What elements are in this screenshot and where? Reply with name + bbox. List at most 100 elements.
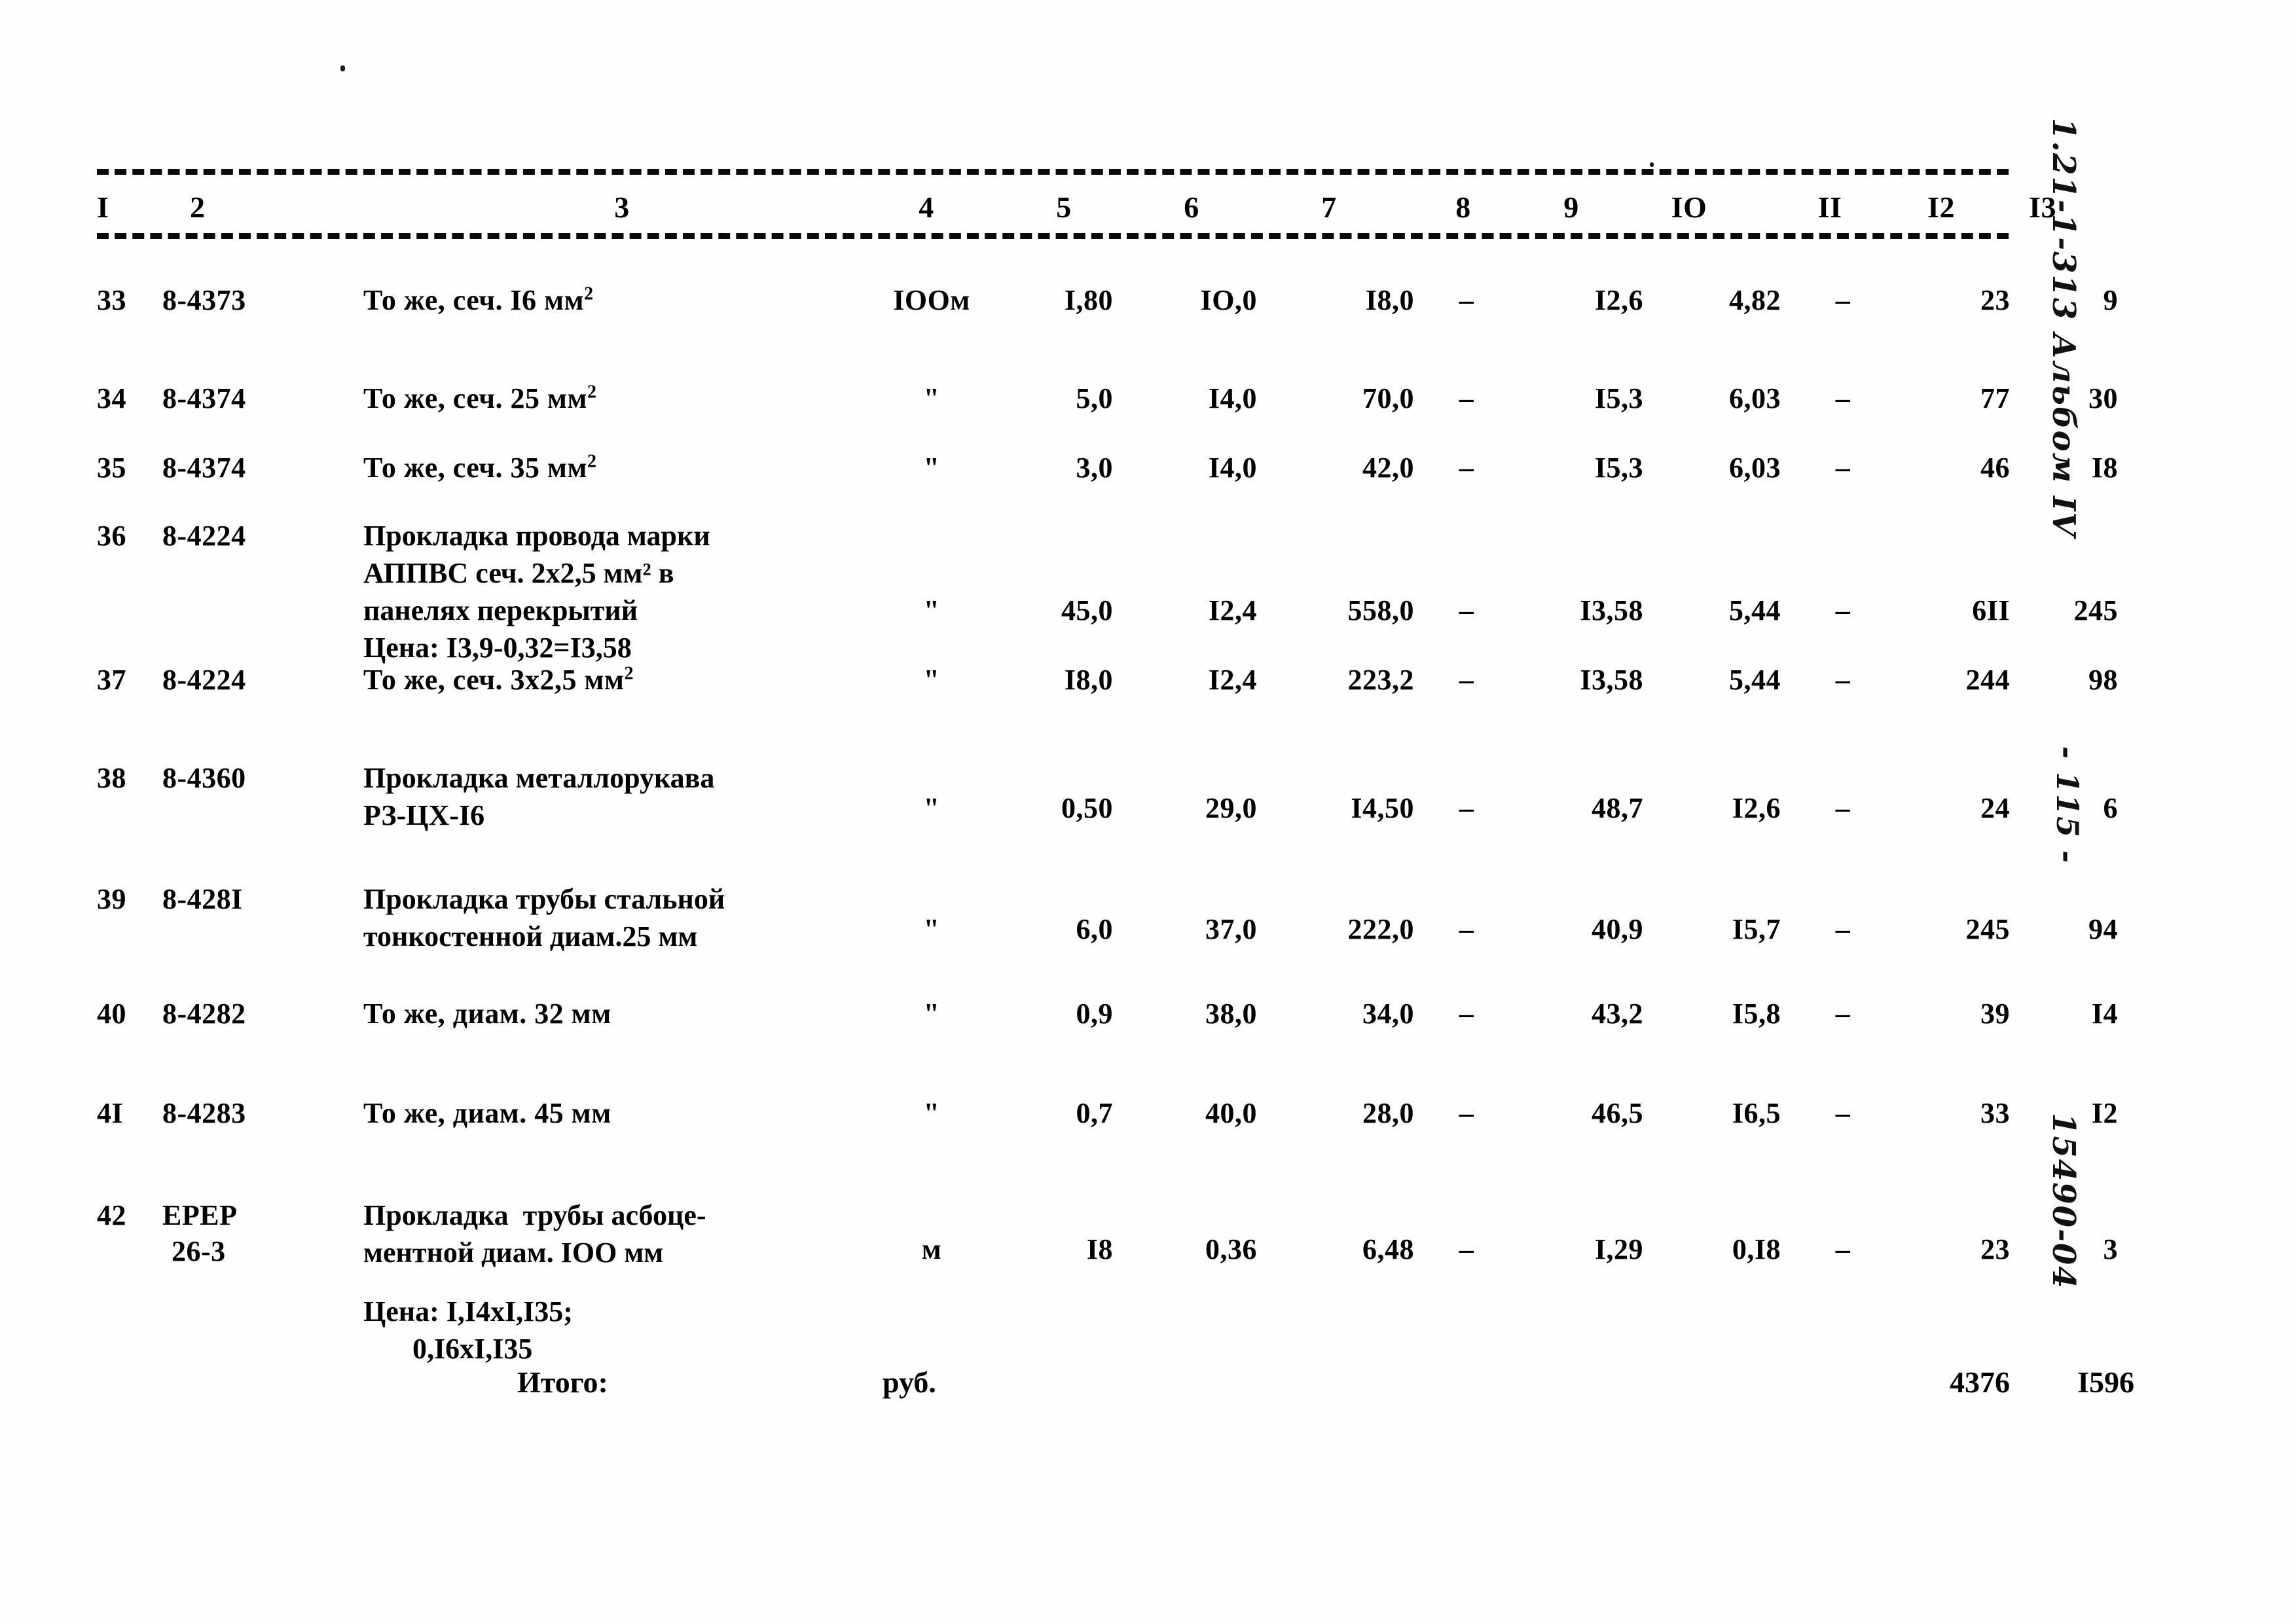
row-number: 34 [97,382,126,414]
row-col13: 245 [2073,594,2118,626]
row-col6: I4,0 [1208,452,1257,484]
row-col8: – [1459,913,1474,945]
row-col6: I2,4 [1208,594,1257,626]
row-col11: – [1835,594,1851,626]
row-col10: 4,82 [1729,284,1781,316]
row-description: То же, сеч. I6 мм2 [363,281,881,319]
row-col6: IО,0 [1200,284,1257,316]
row-col9: I5,3 [1594,452,1643,484]
row-col12: 23 [1980,284,2010,316]
superscript: 2 [584,283,594,304]
row-col13: 94 [2088,913,2118,945]
row-col8: – [1459,382,1474,414]
scan-speck [1650,162,1654,167]
row-code: 8-4282 [162,998,246,1030]
row-col10: 6,03 [1729,452,1781,484]
row-description-line: Прокладка провода марки [363,520,710,552]
column-header-1: I [97,190,109,224]
row-number: 37 [97,664,126,696]
row-code: 8-428I [162,883,243,915]
price-note-line-1: Цена: I,I4хI,I35; [363,1295,573,1327]
row-code: 8-4374 [162,452,246,484]
row-col10: I5,7 [1732,913,1781,945]
column-header-12: I2 [1927,190,1955,224]
row-description-line: панелях перекрытий [363,594,638,626]
row-col6: 40,0 [1205,1097,1257,1129]
row-col6: I2,4 [1208,664,1257,696]
row-col10: 6,03 [1729,382,1781,414]
row-number: 36 [97,520,126,552]
row-unit: " [923,792,940,824]
row-description-line: Прокладка трубы стальной [363,883,725,915]
row-col6: 29,0 [1205,792,1257,824]
row-code-second-line: 26-3 [172,1235,226,1267]
row-code: 8-4374 [162,382,246,414]
row-col5: 0,50 [1061,792,1113,824]
row-code: 8-4224 [162,520,246,552]
row-col8: – [1459,664,1474,696]
total-col12: 4376 [1950,1365,2010,1399]
row-code: 8-4360 [162,762,246,794]
row-unit: IООм [893,284,970,316]
row-description-line: ментной диам. IОО мм [363,1236,664,1269]
row-description: То же, диам. 32 мм [363,998,611,1030]
column-header-5: 5 [1056,190,1072,224]
row-col5: I8 [1086,1233,1113,1265]
row-unit: " [923,382,940,414]
column-header-4: 4 [919,190,934,224]
row-number: 38 [97,762,126,794]
row-col6: 0,36 [1205,1233,1257,1265]
row-number: 35 [97,452,126,484]
row-description-line: Прокладка трубы асбоце- [363,1199,706,1231]
row-col7: 34,0 [1362,998,1414,1030]
row-col10: I2,6 [1732,792,1781,824]
row-col5: 6,0 [1076,913,1113,945]
row-description: То же, сеч. 35 мм2 [363,449,881,487]
row-col5: 0,7 [1076,1097,1113,1129]
column-header-6: 6 [1184,190,1199,224]
price-note-block: Цена: I,I4хI,I35; 0,I6хI,I35 [363,1293,900,1367]
column-header-2: 2 [190,190,206,224]
row-col12: 23 [1980,1233,2010,1265]
row-description: Прокладка трубы асбоце- ментной диам. IО… [363,1197,900,1271]
row-unit: " [923,1097,940,1129]
total-label: Итого: [517,1365,608,1399]
row-col9: I3,58 [1580,664,1643,696]
row-col6: I4,0 [1208,382,1257,414]
table-top-rule [97,169,2009,175]
row-code: 8-4224 [162,664,246,696]
row-col9: I2,6 [1594,284,1643,316]
row-col13: 98 [2088,664,2118,696]
row-col12: 46 [1980,452,2010,484]
row-col5: 3,0 [1076,452,1113,484]
row-number: 40 [97,998,126,1030]
total-col13: I596 [2077,1365,2134,1399]
row-col9: I,29 [1594,1233,1643,1265]
row-description: Прокладка провода марки АППВС сеч. 2х2,5… [363,517,900,666]
row-description-text: То же, сеч. 3х2,5 мм [363,664,625,696]
row-col7: 28,0 [1362,1097,1414,1129]
row-col10: I5,8 [1732,998,1781,1030]
scan-speck [340,65,345,71]
row-col10: I6,5 [1732,1097,1781,1129]
row-col11: – [1835,1233,1851,1265]
row-description-line: АППВС сеч. 2х2,5 мм² в [363,557,674,589]
row-description: Прокладка трубы стальной тонкостенной ди… [363,880,900,955]
row-col12: 77 [1980,382,2010,414]
column-header-7: 7 [1321,190,1337,224]
row-unit: " [923,594,940,626]
row-description-text: То же, сеч. 35 мм [363,452,587,484]
row-col8: – [1459,284,1474,316]
row-col12: 33 [1980,1097,2010,1129]
row-col8: – [1459,792,1474,824]
row-code: 8-4283 [162,1097,246,1129]
total-unit: руб. [883,1365,936,1399]
margin-note-album: 1.21-1-313 Альбом IV [2045,118,2082,538]
row-description: То же, сеч. 3х2,5 мм2 [363,661,881,699]
row-col7: 70,0 [1362,382,1414,414]
row-col10: 5,44 [1729,594,1781,626]
row-col12: 6II [1972,594,2010,626]
row-col11: – [1835,664,1851,696]
row-col11: – [1835,998,1851,1030]
margin-note-page: - 115 - [2050,746,2085,865]
